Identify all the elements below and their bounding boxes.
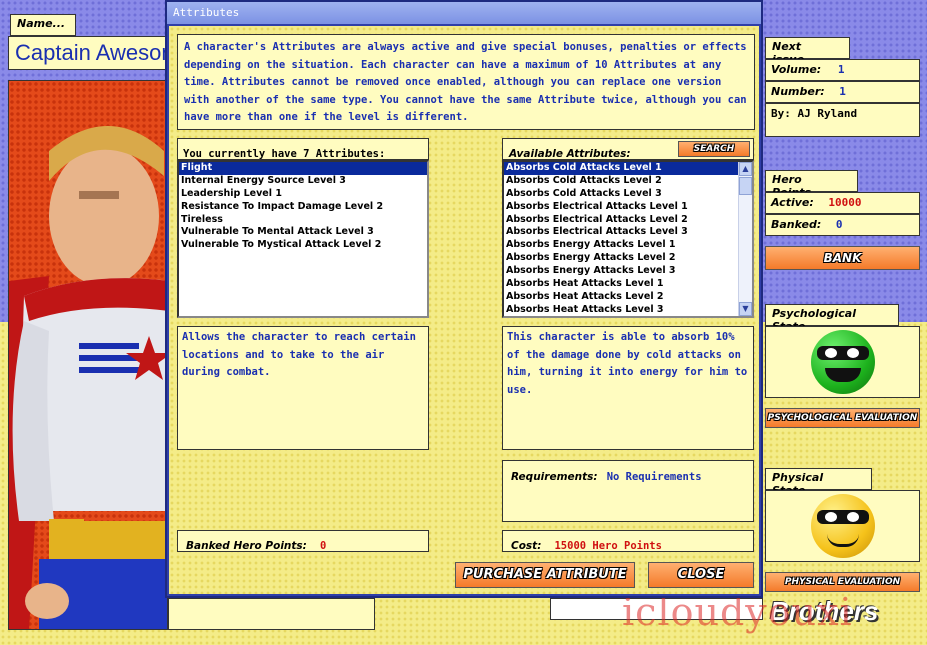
name-label-tab: Name...: [10, 14, 76, 36]
list-item[interactable]: Absorbs Energy Attacks Level 3: [504, 265, 752, 278]
dialog-titlebar[interactable]: Attributes: [167, 2, 761, 24]
available-description-panel: This character is able to absorb 10% of …: [502, 326, 754, 450]
banked-hero-points-panel: Banked Hero Points: 0: [177, 530, 429, 552]
list-item[interactable]: Absorbs Energy Attacks Level 1: [504, 239, 752, 252]
hero-illustration: [9, 126, 167, 629]
author-field: By: AJ Ryland: [765, 103, 920, 137]
list-item[interactable]: Resistance To Impact Damage Level 2: [179, 201, 427, 214]
available-description-text: This character is able to absorb 10% of …: [507, 331, 748, 396]
cost-label: Cost:: [511, 540, 542, 552]
list-item[interactable]: Vulnerable To Mystical Attack Level 2: [179, 239, 427, 252]
current-description-panel: Allows the character to reach certain lo…: [177, 326, 429, 450]
banked-value: 0: [835, 218, 843, 231]
cost-panel: Cost: 15000 Hero Points: [502, 530, 754, 552]
current-attributes-header: You currently have 7 Attributes:: [177, 138, 429, 160]
blank-panel-mid: [168, 598, 375, 630]
list-item[interactable]: Flight: [179, 162, 427, 175]
hero-portrait: [8, 80, 168, 630]
hero-points-tab: Hero Points...: [765, 170, 858, 199]
active-points-field: Active: 10000: [765, 192, 920, 214]
list-item[interactable]: Absorbs Electrical Attacks Level 1: [504, 201, 752, 214]
physical-face-icon: [811, 494, 875, 558]
physical-state-panel: [765, 490, 920, 562]
current-attributes-list[interactable]: Flight Internal Energy Source Level 3 Le…: [177, 160, 429, 318]
intro-panel: A character's Attributes are always acti…: [177, 34, 755, 130]
volume-label: Volume:: [771, 63, 822, 76]
dialog-title: Attributes: [173, 6, 240, 19]
list-item[interactable]: Absorbs Heat Attacks Level 3: [504, 304, 752, 316]
list-item[interactable]: Absorbs Cold Attacks Level 2: [504, 175, 752, 188]
close-button[interactable]: CLOSE: [648, 562, 754, 588]
scroll-down-icon[interactable]: ▼: [739, 302, 752, 316]
requirements-label: Requirements:: [511, 471, 598, 483]
list-item[interactable]: Absorbs Heat Attacks Level 1: [504, 278, 752, 291]
available-attributes-list[interactable]: Absorbs Cold Attacks Level 1 Absorbs Col…: [502, 160, 754, 318]
number-label: Number:: [771, 85, 825, 98]
active-value: 10000: [828, 196, 862, 209]
number-value: 1: [839, 85, 846, 98]
active-label: Active:: [771, 196, 814, 209]
physical-state-tab: Physical State...: [765, 468, 872, 497]
brand-logo: Brothers: [770, 596, 920, 636]
psych-state-tab: Psychological State...: [765, 304, 899, 333]
requirements-value: No Requirements: [606, 471, 702, 483]
dialog-banked-value: 0: [319, 540, 327, 552]
character-name-field[interactable]: Captain Awesome: [8, 36, 168, 70]
list-item[interactable]: Absorbs Energy Attacks Level 2: [504, 252, 752, 265]
available-attributes-label: Available Attributes:: [509, 148, 631, 160]
list-item[interactable]: Absorbs Cold Attacks Level 3: [504, 188, 752, 201]
name-label: Name...: [17, 17, 66, 30]
physical-eval-button[interactable]: PHYSICAL EVALUATION: [765, 572, 920, 592]
volume-field: Volume: 1: [765, 59, 920, 81]
cost-value: 15000 Hero Points: [554, 540, 662, 552]
next-issue-tab: Next issue...: [765, 37, 850, 66]
list-item[interactable]: Leadership Level 1: [179, 188, 427, 201]
lower-blank-field: [550, 598, 763, 620]
scroll-up-icon[interactable]: ▲: [739, 162, 752, 176]
banked-points-field: Banked: 0: [765, 214, 920, 236]
intro-text: A character's Attributes are always acti…: [184, 41, 747, 123]
volume-value: 1: [837, 63, 845, 76]
character-name: Captain Awesome: [15, 40, 167, 65]
psych-face-icon: [811, 330, 875, 394]
current-description-text: Allows the character to reach certain lo…: [182, 331, 416, 378]
list-item[interactable]: Internal Energy Source Level 3: [179, 175, 427, 188]
list-item[interactable]: Absorbs Heat Attacks Level 2: [504, 291, 752, 304]
dialog-banked-label: Banked Hero Points:: [186, 540, 307, 552]
list-item[interactable]: Absorbs Electrical Attacks Level 3: [504, 226, 752, 239]
number-field: Number: 1: [765, 81, 920, 103]
list-item[interactable]: Vulnerable To Mental Attack Level 3: [179, 226, 427, 239]
list-item[interactable]: Absorbs Cold Attacks Level 1: [504, 162, 738, 175]
available-list-scrollbar[interactable]: ▲ ▼: [738, 162, 752, 316]
current-attributes-label: You currently have 7 Attributes:: [183, 148, 386, 160]
banked-label: Banked:: [771, 218, 822, 231]
psych-eval-button[interactable]: PSYCHOLOGICAL EVALUATION: [765, 408, 920, 428]
list-item[interactable]: Tireless: [179, 214, 427, 227]
psych-state-panel: [765, 326, 920, 398]
scroll-thumb[interactable]: [739, 177, 752, 195]
author-credit: By: AJ Ryland: [771, 107, 858, 120]
brand-logo-text: Brothers: [770, 596, 879, 626]
search-button[interactable]: SEARCH: [678, 141, 750, 157]
list-item[interactable]: Absorbs Electrical Attacks Level 2: [504, 214, 752, 227]
purchase-attribute-button[interactable]: PURCHASE ATTRIBUTE: [455, 562, 635, 588]
dialog-body: A character's Attributes are always acti…: [169, 26, 759, 594]
requirements-panel: Requirements: No Requirements: [502, 460, 754, 522]
attributes-dialog: Attributes A character's Attributes are …: [165, 0, 763, 598]
bank-button[interactable]: BANK: [765, 246, 920, 270]
